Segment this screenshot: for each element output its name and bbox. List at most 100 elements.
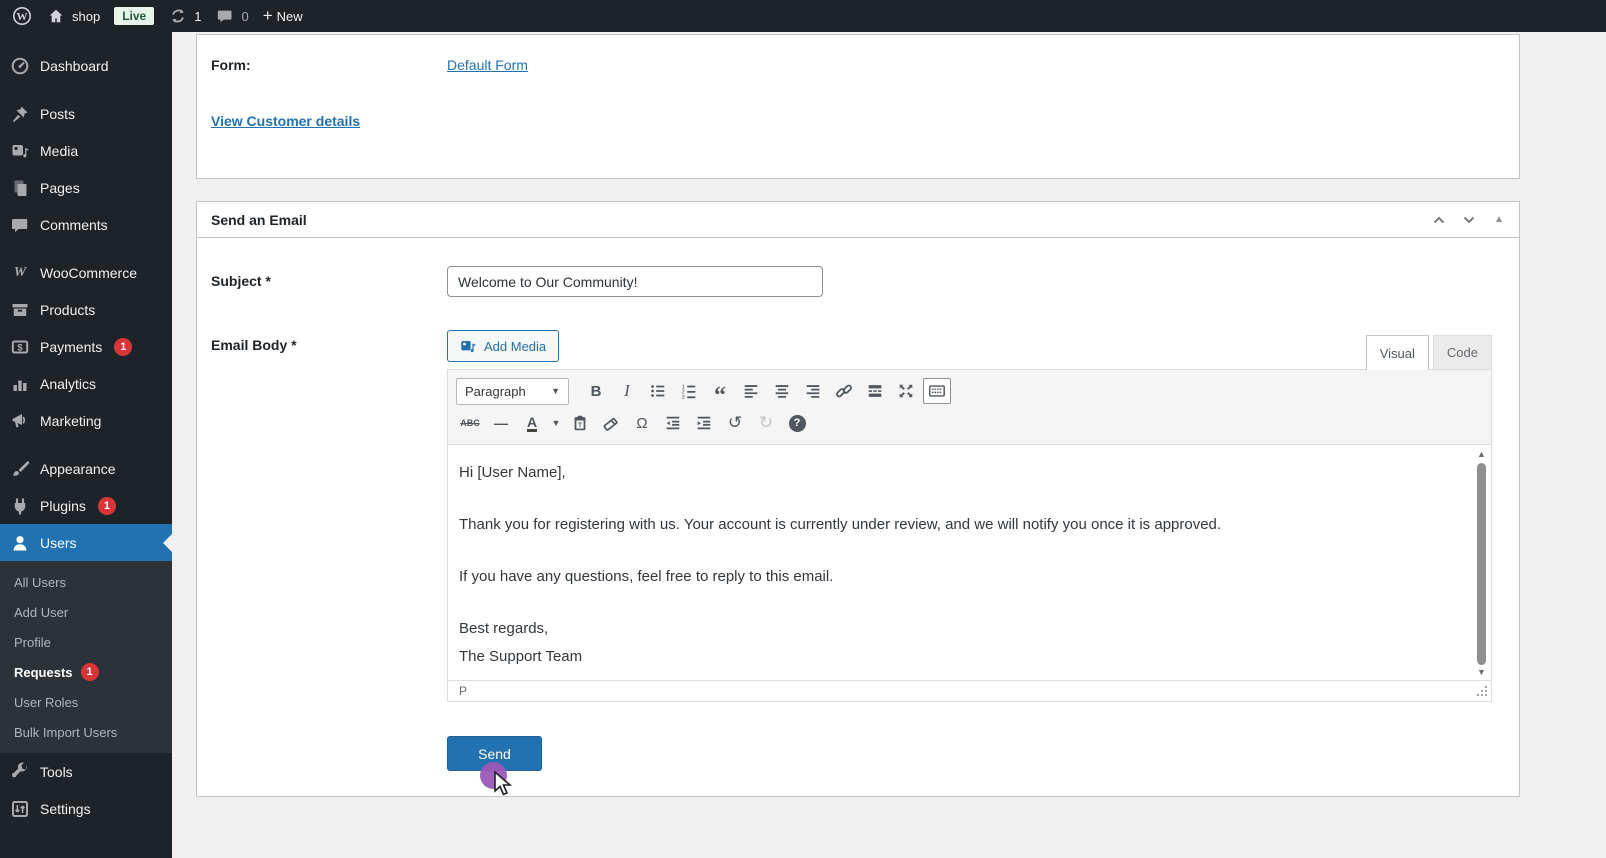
svg-text:W: W xyxy=(17,11,28,23)
box-icon xyxy=(10,300,30,320)
text-color-caret-icon[interactable]: ▼ xyxy=(549,410,563,436)
text-color-glyph: A xyxy=(526,413,538,432)
default-form-link[interactable]: Default Form xyxy=(447,57,528,73)
move-down-icon[interactable] xyxy=(1459,210,1479,230)
align-left-button[interactable] xyxy=(737,378,765,404)
woocommerce-icon: W xyxy=(13,264,27,280)
add-media-button[interactable]: Add Media xyxy=(447,330,560,362)
editor-content-area[interactable]: Hi [User Name], Thank you for registerin… xyxy=(447,445,1492,681)
submenu-item-profile[interactable]: Profile xyxy=(0,627,172,657)
align-right-button[interactable] xyxy=(799,378,827,404)
media-icon xyxy=(10,141,30,161)
read-more-tag-button[interactable] xyxy=(861,378,889,404)
link-button[interactable] xyxy=(830,378,858,404)
sidebar-item-users[interactable]: Users xyxy=(0,524,172,561)
clear-formatting-button[interactable] xyxy=(597,410,625,436)
outdent-button[interactable] xyxy=(659,410,687,436)
align-center-button[interactable] xyxy=(768,378,796,404)
scrollbar-up-arrow-icon[interactable]: ▲ xyxy=(1477,447,1486,461)
bar-chart-icon xyxy=(10,374,30,394)
admin-sidebar: Dashboard Posts Media Pages Comments W W… xyxy=(0,32,172,858)
toggle-panel-icon[interactable]: ▲ xyxy=(1489,210,1509,230)
numbered-list-button[interactable]: 123 xyxy=(675,378,703,404)
user-icon xyxy=(10,533,30,553)
redo-button[interactable]: ↻ xyxy=(752,410,780,436)
submenu-item-add-user[interactable]: Add User xyxy=(0,597,172,627)
sidebar-item-label: WooCommerce xyxy=(40,264,137,281)
move-up-icon[interactable] xyxy=(1429,210,1449,230)
sidebar-item-dashboard[interactable]: Dashboard xyxy=(0,47,172,84)
tab-visual[interactable]: Visual xyxy=(1365,335,1429,370)
submenu-item-user-roles[interactable]: User Roles xyxy=(0,687,172,717)
sidebar-item-appearance[interactable]: Appearance xyxy=(0,450,172,487)
indent-button[interactable] xyxy=(690,410,718,436)
add-media-label: Add Media xyxy=(484,338,547,354)
tab-code[interactable]: Code xyxy=(1432,335,1492,369)
sidebar-item-media[interactable]: Media xyxy=(0,132,172,169)
strikethrough-button[interactable]: ABC xyxy=(456,410,484,436)
plugin-icon xyxy=(10,496,30,516)
main-content: Form: Default Form View Customer details… xyxy=(172,32,1606,858)
submenu-item-requests[interactable]: Requests 1 xyxy=(0,657,172,687)
scrollbar-down-arrow-icon[interactable]: ▼ xyxy=(1477,665,1486,679)
sidebar-item-pages[interactable]: Pages xyxy=(0,169,172,206)
undo-button[interactable]: ↺ xyxy=(721,410,749,436)
scrollbar-thumb[interactable] xyxy=(1477,463,1486,665)
sidebar-item-label: Posts xyxy=(40,105,76,122)
sidebar-item-analytics[interactable]: Analytics xyxy=(0,365,172,402)
sidebar-item-label: Plugins xyxy=(40,497,86,514)
email-body-editor: Add Media Visual Code Paragraph ▼ B I 1 … xyxy=(447,330,1492,702)
toolbar-toggle-button[interactable] xyxy=(923,378,951,404)
sidebar-item-plugins[interactable]: Plugins 1 xyxy=(0,487,172,524)
text-color-button[interactable]: A xyxy=(518,410,546,436)
payments-icon: $ xyxy=(10,337,30,357)
megaphone-icon xyxy=(10,411,30,431)
panel-header: Send an Email ▲ xyxy=(197,202,1519,238)
brush-icon xyxy=(10,459,30,479)
wordpress-logo-menu[interactable]: W xyxy=(12,6,32,26)
submenu-label: Profile xyxy=(14,634,51,650)
sidebar-item-label: Pages xyxy=(40,179,80,196)
sidebar-item-label: Media xyxy=(40,142,79,159)
comments-icon xyxy=(10,215,30,235)
bold-button[interactable]: B xyxy=(582,378,610,404)
svg-text:T: T xyxy=(578,422,582,429)
help-button[interactable]: ? xyxy=(783,410,811,436)
italic-button[interactable]: I xyxy=(613,378,641,404)
updates-icon xyxy=(168,6,188,26)
settings-icon xyxy=(10,799,30,819)
pages-icon xyxy=(10,178,30,198)
comments-menu[interactable]: 0 xyxy=(215,6,249,26)
sidebar-item-settings[interactable]: Settings xyxy=(0,790,172,827)
sidebar-item-marketing[interactable]: Marketing xyxy=(0,402,172,439)
editor-scrollbar[interactable]: ▲ ▼ xyxy=(1474,447,1489,678)
sidebar-item-woocommerce[interactable]: W WooCommerce xyxy=(0,254,172,291)
updates-menu[interactable]: 1 xyxy=(168,6,201,26)
editor-toolbar: Paragraph ▼ B I 123 “ ABC — A ▼ T Ω ↺ ↻ … xyxy=(447,369,1492,445)
bullet-list-button[interactable] xyxy=(644,378,672,404)
paste-as-text-button[interactable]: T xyxy=(566,410,594,436)
resize-grip-icon[interactable] xyxy=(1476,685,1488,697)
submenu-item-all-users[interactable]: All Users xyxy=(0,567,172,597)
plus-icon: + xyxy=(262,6,273,25)
paragraph-dropdown[interactable]: Paragraph ▼ xyxy=(456,377,569,405)
new-content-menu[interactable]: + New xyxy=(263,6,303,26)
view-customer-details-link[interactable]: View Customer details xyxy=(211,113,360,129)
send-button[interactable]: Send xyxy=(447,736,542,771)
blockquote-button[interactable]: “ xyxy=(706,378,734,408)
horizontal-rule-button[interactable]: — xyxy=(487,410,515,436)
site-menu[interactable]: shop xyxy=(46,6,100,26)
sidebar-item-tools[interactable]: Tools xyxy=(0,753,172,790)
element-path-indicator: P xyxy=(459,684,468,698)
sidebar-item-posts[interactable]: Posts xyxy=(0,95,172,132)
sidebar-item-products[interactable]: Products xyxy=(0,291,172,328)
submenu-item-bulk-import-users[interactable]: Bulk Import Users xyxy=(0,717,172,747)
subject-input[interactable] xyxy=(447,266,823,297)
editor-paragraph: Hi [User Name], xyxy=(459,464,566,481)
sidebar-item-comments[interactable]: Comments xyxy=(0,206,172,243)
fullscreen-button[interactable] xyxy=(892,378,920,404)
special-character-button[interactable]: Ω xyxy=(628,410,656,436)
editor-paragraph: Best regards, xyxy=(459,620,549,637)
sidebar-item-payments[interactable]: $ Payments 1 xyxy=(0,328,172,365)
sidebar-item-label: Marketing xyxy=(40,412,102,429)
